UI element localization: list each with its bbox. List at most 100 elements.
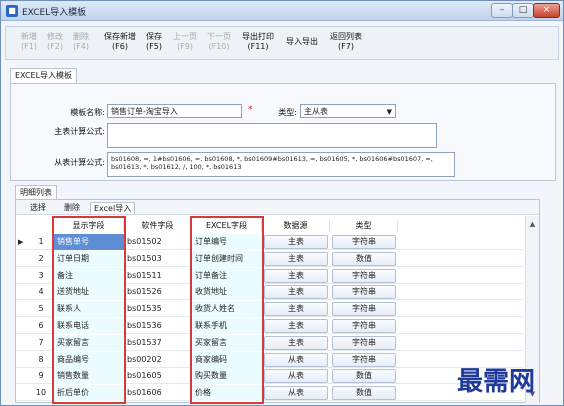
software-field-cell[interactable]: bs01535 (124, 301, 192, 317)
select-tab[interactable]: 选择 (30, 202, 46, 213)
prev-page-button[interactable]: 上一页 (F9) (170, 32, 200, 52)
app-window: ■ EXCEL导入模板 – □ × 新增 (F1) 修改 (F2) 删除 (F4) 保… (0, 0, 564, 406)
type-button[interactable]: 字符串 (332, 335, 396, 350)
data-source-button[interactable]: 主表 (264, 235, 328, 249)
software-field-cell[interactable]: bs01526 (124, 284, 192, 300)
export-print-shortcut: (F11) (247, 42, 269, 51)
data-source-button[interactable]: 主表 (264, 319, 328, 333)
row-number: 3 (38, 270, 44, 280)
software-field-cell[interactable]: bs01606 (124, 385, 192, 401)
delete-tab[interactable]: 删除 (64, 202, 80, 213)
main-formula-input[interactable] (107, 123, 437, 148)
save-button[interactable]: 保存 (F5) (143, 32, 165, 52)
detail-formula-input[interactable]: bs01608, =, 1#bs01606, =, bs01608, *, bs… (107, 152, 455, 177)
title-bar: ■ EXCEL导入模板 – □ × (1, 1, 563, 21)
back-to-list-button[interactable]: 返回列表 (F7) (326, 32, 366, 52)
back-to-list-shortcut: (F7) (338, 42, 354, 51)
type-select[interactable]: 主从表 ▼ (300, 104, 396, 118)
software-field-cell[interactable]: bs01511 (124, 268, 192, 284)
chevron-down-icon: ▼ (386, 108, 392, 116)
header-type: 类型 (330, 220, 398, 232)
type-button[interactable]: 字符串 (332, 285, 396, 300)
edit-label: 修改 (47, 32, 63, 41)
minimize-button[interactable]: – (491, 3, 513, 18)
row-number: 9 (38, 371, 44, 381)
import-export-button[interactable]: 导入导出 (282, 37, 322, 47)
data-source-button[interactable]: 主表 (264, 335, 328, 350)
next-page-label: 下一页 (207, 32, 231, 41)
app-icon: ■ (6, 5, 18, 17)
new-label: 新增 (21, 32, 37, 41)
excel-import-tab[interactable]: Excel导入 (90, 202, 136, 214)
header-software-field: 软件字段 (124, 220, 192, 232)
display-field-highlight (52, 216, 126, 404)
type-select-value: 主从表 (304, 107, 328, 116)
type-button[interactable]: 字符串 (332, 235, 396, 249)
type-button[interactable]: 字符串 (332, 302, 396, 317)
excel-field-highlight (190, 216, 264, 404)
row-number: 4 (38, 287, 44, 297)
tab-detail-list[interactable]: 明细列表 (15, 185, 57, 199)
save-new-button[interactable]: 保存新增 (F6) (100, 32, 140, 52)
software-field-cell[interactable]: bs00202 (124, 352, 192, 368)
type-button[interactable]: 字符串 (332, 268, 396, 283)
software-field-cell[interactable]: bs01605 (124, 368, 192, 384)
data-source-button[interactable]: 从表 (264, 352, 328, 367)
header-data-source: 数据源 (262, 220, 330, 232)
row-number: 2 (38, 253, 44, 263)
required-mark: * (248, 105, 253, 115)
type-button[interactable]: 字符串 (332, 319, 396, 333)
save-label: 保存 (146, 32, 162, 41)
maximize-button[interactable]: □ (512, 3, 534, 18)
template-form-panel: 模板名称: 销售订单-淘宝导入 * 类型: 主从表 ▼ 主表计算公式: 从表计算… (10, 83, 556, 181)
close-button[interactable]: × (533, 3, 560, 18)
new-shortcut: (F1) (21, 42, 37, 51)
detail-formula-label: 从表计算公式: (54, 158, 105, 167)
data-source-button[interactable]: 从表 (264, 386, 328, 401)
data-source-button[interactable]: 主表 (264, 268, 328, 283)
prev-page-label: 上一页 (173, 32, 197, 41)
type-button[interactable]: 数值 (332, 251, 396, 266)
delete-label: 删除 (73, 32, 89, 41)
type-button[interactable]: 字符串 (332, 352, 396, 367)
edit-shortcut: (F2) (47, 42, 63, 51)
data-source-button[interactable]: 主表 (264, 251, 328, 266)
software-field-cell[interactable]: bs01502 (124, 234, 192, 250)
row-number: 8 (38, 354, 44, 364)
new-button[interactable]: 新增 (F1) (18, 32, 40, 52)
current-row-icon: ▶ (18, 238, 24, 246)
software-field-cell[interactable]: bs01536 (124, 318, 192, 334)
row-number: 1 (38, 237, 44, 246)
back-to-list-label: 返回列表 (330, 32, 362, 41)
grid-subtoolbar: 选择 删除 Excel导入 (16, 200, 539, 215)
software-field-cell[interactable]: bs01537 (124, 335, 192, 351)
type-button[interactable]: 数值 (332, 369, 396, 384)
tab-excel-template[interactable]: EXCEL导入模板 (10, 68, 78, 83)
row-number: 10 (35, 388, 47, 398)
window-title: EXCEL导入模板 (22, 8, 87, 18)
watermark-logo: 最需网 (457, 367, 536, 397)
delete-button[interactable]: 删除 (F4) (70, 32, 92, 52)
data-source-button[interactable]: 主表 (264, 285, 328, 300)
type-label: 类型: (278, 108, 297, 117)
data-source-button[interactable]: 主表 (264, 302, 328, 317)
import-export-label: 导入导出 (286, 37, 318, 46)
software-field-cell[interactable]: bs01503 (124, 251, 192, 267)
export-print-button[interactable]: 导出打印 (F11) (238, 32, 278, 52)
prev-page-shortcut: (F9) (177, 42, 193, 51)
save-shortcut: (F5) (146, 42, 162, 51)
edit-button[interactable]: 修改 (F2) (44, 32, 66, 52)
row-number: 6 (38, 321, 44, 330)
row-number: 5 (38, 304, 44, 314)
row-number: 7 (38, 337, 44, 347)
save-new-shortcut: (F6) (112, 42, 128, 51)
main-formula-label: 主表计算公式: (54, 127, 105, 136)
next-page-button[interactable]: 下一页 (F10) (204, 32, 234, 52)
data-source-button[interactable]: 从表 (264, 369, 328, 384)
template-name-label: 模板名称: (70, 108, 105, 117)
next-page-shortcut: (F10) (208, 42, 230, 51)
type-button[interactable]: 数值 (332, 386, 396, 401)
scroll-up-icon[interactable]: ▲ (526, 218, 539, 230)
template-name-input[interactable]: 销售订单-淘宝导入 (107, 104, 242, 118)
delete-shortcut: (F4) (73, 42, 89, 51)
